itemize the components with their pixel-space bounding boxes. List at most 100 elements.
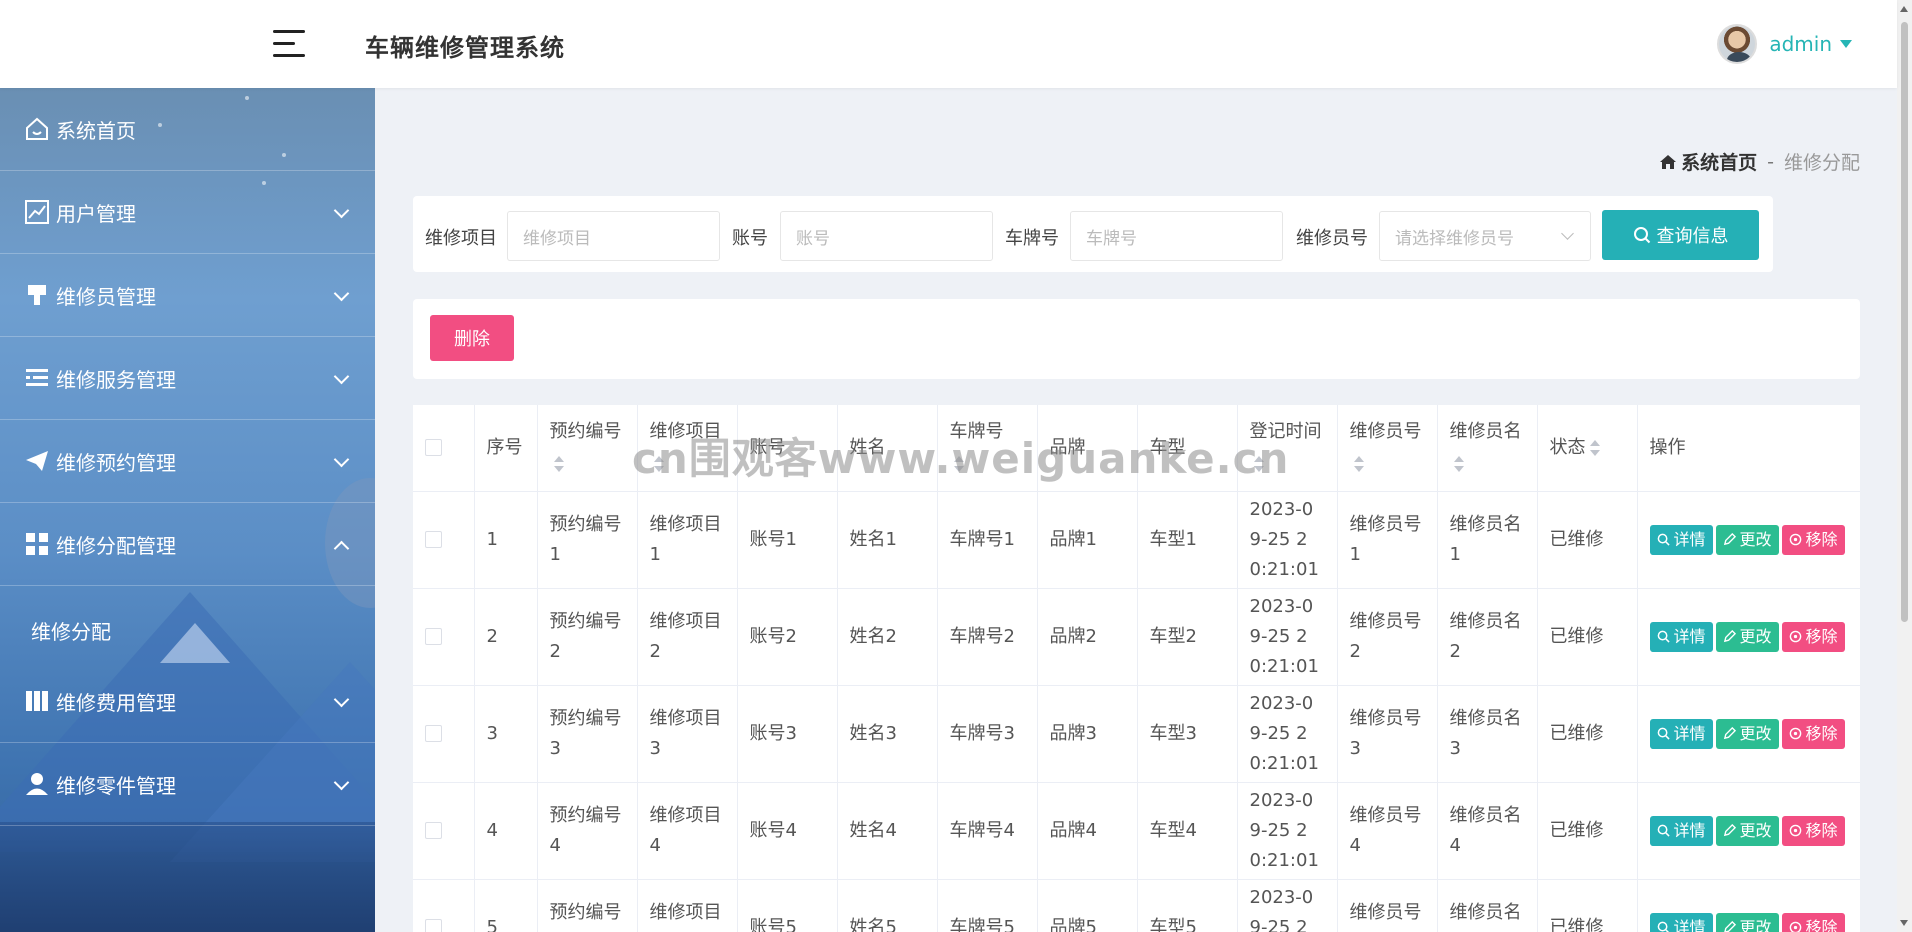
detail-button[interactable]: 详情 [1649,524,1713,555]
sidebar-item-fees[interactable]: 维修费用管理 [0,660,375,743]
delete-button[interactable]: 删除 [430,315,514,361]
detail-button[interactable]: 详情 [1649,912,1713,932]
query-button[interactable]: 查询信息 [1602,210,1759,260]
sort-icon[interactable] [653,455,664,472]
remove-button[interactable]: 移除 [1781,912,1845,932]
table-row: 5预约编号5维修项目5账号5姓名5车牌号5品牌5车型52023-09-25 20… [413,879,1860,932]
cell-time: 2023-09-25 20:21:01 [1237,782,1338,880]
circle-remove-icon [1789,921,1801,932]
detail-button[interactable]: 详情 [1649,718,1713,749]
breadcrumb-home-label[interactable]: 系统首页 [1681,148,1757,175]
scroll-down-icon[interactable] [1900,920,1908,926]
sidebar-item-users[interactable]: 用户管理 [0,171,375,254]
cell-name: 姓名3 [837,685,938,783]
col-staff-name[interactable]: 维修员名 [1437,405,1538,492]
sort-icon[interactable] [1253,455,1264,472]
cell-actions: 详情 更改 移除 [1637,685,1860,783]
sidebar-item-services[interactable]: 维修服务管理 [0,337,375,420]
cell-idx: 5 [474,879,538,932]
table-row: 3 预约编号3 维修项目3 账号3 姓名3 车牌号3 品牌3 车型3 2023-09-25 20… [413,685,1860,783]
sort-icon[interactable] [953,455,964,472]
chevron-down-icon [333,368,350,385]
book-icon [24,688,50,714]
row-checkbox[interactable] [425,531,442,548]
remove-button[interactable]: 移除 [1781,718,1845,749]
remove-button-label: 移除 [1805,820,1838,840]
row-checkbox[interactable] [425,919,442,932]
edit-button[interactable]: 更改 [1715,815,1779,846]
scrollbar-thumb[interactable] [1901,22,1908,622]
cell-time: 2023-09-25 20:21:01 [1237,588,1338,686]
plate-input[interactable]: 车牌号 [1070,211,1283,261]
sidebar-item-label: 维修分配管理 [56,533,176,558]
breadcrumb-current: 维修分配 [1783,152,1860,174]
cell-staff-no: 维修员号3 [1337,685,1438,783]
row-checkbox[interactable] [425,628,442,645]
sidebar-item-assignment[interactable]: 维修分配管理 [0,503,375,586]
username[interactable]: admin [1769,32,1832,56]
cell-staff-name: 维修员名1 [1437,491,1538,589]
sort-icon[interactable] [553,455,564,472]
remove-button[interactable]: 移除 [1781,621,1845,652]
col-booking[interactable]: 预约编号 [537,405,638,492]
page-scrollbar[interactable] [1897,0,1912,932]
cell-time: 2023-09-25 20:21:01 [1237,491,1338,589]
cell-idx: 2 [474,588,538,686]
detail-button[interactable]: 详情 [1649,815,1713,846]
col-staff-name-label: 维修员名 [1449,420,1522,442]
cell-name: 姓名4 [837,782,938,880]
cell-status: 已维修 [1537,588,1638,686]
edit-button[interactable]: 更改 [1715,718,1779,749]
scroll-up-icon[interactable] [1900,6,1908,12]
col-time[interactable]: 登记时间 [1237,405,1338,492]
cell-project: 维修项目5 [637,879,738,932]
menu-toggle-icon[interactable] [273,30,305,58]
cell-model: 车型4 [1137,782,1238,880]
breadcrumb: 系统首页 - 维修分配 [1659,148,1860,175]
caret-down-icon[interactable] [1840,40,1852,48]
sort-icon[interactable] [1353,455,1364,472]
cell-staff-name: 维修员名3 [1437,685,1538,783]
col-status[interactable]: 状态 [1537,405,1638,492]
cell-project: 维修项目3 [637,685,738,783]
sidebar-item-home[interactable]: 系统首页 [0,88,375,171]
cell-staff-name: 维修员名5 [1437,879,1538,932]
edit-button[interactable]: 更改 [1715,524,1779,555]
paper-plane-icon [24,448,50,474]
row-checkbox[interactable] [425,822,442,839]
sidebar-item-appointments[interactable]: 维修预约管理 [0,420,375,503]
col-project[interactable]: 维修项目 [637,405,738,492]
row-checkbox[interactable] [425,725,442,742]
query-button-label[interactable]: 查询信息 [1657,222,1729,248]
detail-button-label: 详情 [1673,529,1706,549]
remove-button[interactable]: 移除 [1781,524,1845,555]
cell-time: 2023-09-25 20:21:01 [1237,879,1338,932]
account-input[interactable]: 账号 [780,211,993,261]
staff-select[interactable]: 请选择维修员号 [1379,211,1591,261]
sidebar-item-repairers[interactable]: 维修员管理 [0,254,375,337]
col-staff-no[interactable]: 维修员号 [1337,405,1438,492]
sidebar-subitem-assignment[interactable]: 维修分配 [0,600,375,660]
detail-button-label: 详情 [1673,820,1706,840]
breadcrumb-home[interactable]: 系统首页 [1659,148,1757,175]
cell-name: 姓名5 [837,879,938,932]
detail-button[interactable]: 详情 [1649,621,1713,652]
sort-icon[interactable] [1589,439,1600,456]
search-label-plate: 车牌号 [1005,228,1059,249]
sidebar-item-parts[interactable]: 维修零件管理 [0,743,375,826]
edit-button[interactable]: 更改 [1715,912,1779,932]
remove-button[interactable]: 移除 [1781,815,1845,846]
cell-plate: 车牌号2 [937,588,1038,686]
sort-icon[interactable] [1453,455,1464,472]
select-all-checkbox[interactable] [425,439,442,457]
project-input[interactable]: 维修项目 [507,211,720,261]
col-plate[interactable]: 车牌号 [937,405,1038,492]
cell-brand: 品牌2 [1037,588,1138,686]
table-row: 1 预约编号1 维修项目1 账号1 姓名1 车牌号1 品牌1 车型1 2023-09-25 20… [413,491,1860,589]
edit-button-label: 更改 [1739,626,1772,646]
avatar[interactable] [1717,24,1758,64]
cell-plate: 车牌号3 [937,685,1038,783]
cell-project: 维修项目1 [637,491,738,589]
edit-button[interactable]: 更改 [1715,621,1779,652]
user-menu[interactable]: admin [1717,24,1852,64]
